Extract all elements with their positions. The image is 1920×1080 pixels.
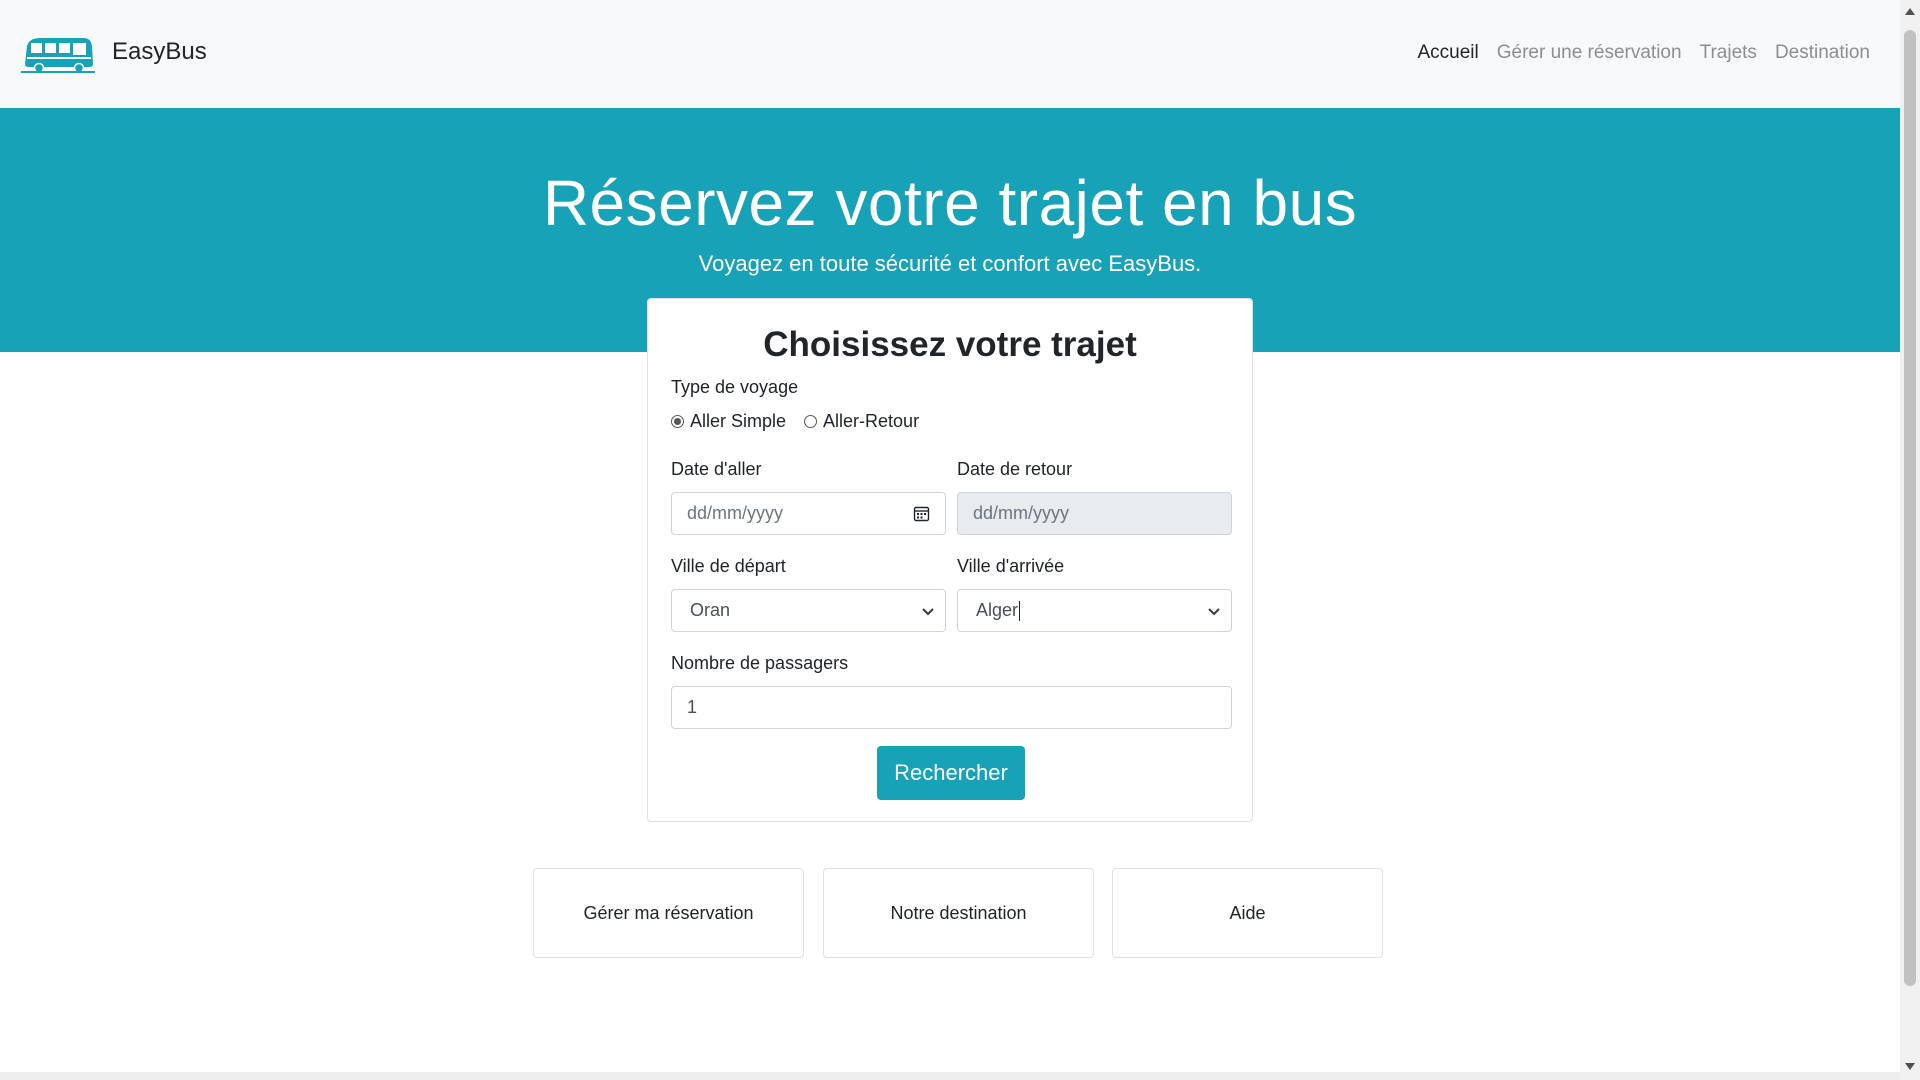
from-city-value: Oran [690,600,731,620]
return-date-label: Date de retour [957,459,1073,479]
depart-date-input[interactable]: dd/mm/yyyy [671,492,946,535]
radio-checked-icon[interactable] [671,415,684,428]
passengers-input[interactable]: 1 [671,686,1232,729]
search-button[interactable]: Rechercher [877,746,1025,800]
scrollbar[interactable] [1900,0,1920,1080]
scroll-up-icon[interactable] [1904,6,1916,16]
depart-date-placeholder: dd/mm/yyyy [687,503,784,523]
radio-aller-retour-label: Aller-Retour [823,411,920,431]
radio-aller-simple[interactable]: Aller Simple [671,411,786,432]
trip-type-group: Aller Simple Aller-Retour [671,411,919,432]
to-city-value: Alger [976,600,1019,620]
bottom-strip [0,1072,1900,1080]
tile-help[interactable]: Aide [1112,868,1383,958]
nav-link-destination[interactable]: Destination [1775,42,1870,64]
tile-destination[interactable]: Notre destination [823,868,1094,958]
return-date-input: dd/mm/yyyy [957,492,1232,535]
radio-aller-retour[interactable]: Aller-Retour [804,411,919,432]
to-city-label: Ville d'arrivée [957,556,1065,576]
scroll-down-icon[interactable] [1904,1062,1916,1072]
text-cursor [1019,600,1021,621]
from-city-select[interactable]: Oran [671,589,946,632]
hero-title: Réservez votre trajet en bus [542,167,1358,239]
nav-link-accueil[interactable]: Accueil [1417,42,1478,64]
calendar-icon[interactable] [913,505,930,522]
from-city-label: Ville de départ [671,556,786,576]
booking-card: Choisissez votre trajet Type de voyage A… [647,298,1253,822]
chevron-down-icon [1208,608,1220,616]
trip-type-label: Type de voyage [671,377,799,397]
booking-card-title: Choisissez votre trajet [763,325,1137,364]
nav-link-gerer-reservation[interactable]: Gérer une réservation [1497,42,1682,64]
depart-date-label: Date d'aller [671,459,762,479]
chevron-down-icon [922,608,934,616]
passengers-value: 1 [687,697,698,717]
passengers-label: Nombre de passagers [671,653,849,673]
nav-link-trajets[interactable]: Trajets [1700,42,1757,64]
tile-manage-reservation[interactable]: Gérer ma réservation [533,868,804,958]
radio-unchecked-icon[interactable] [804,415,818,428]
hero-subtitle: Voyagez en toute sécurité et confort ave… [698,251,1202,276]
nav-links: Accueil Gérer une réservation Trajets De… [1417,42,1870,64]
brand-name[interactable]: EasyBus [112,38,207,66]
scroll-thumb[interactable] [1904,30,1916,986]
return-date-placeholder: dd/mm/yyyy [973,503,1070,523]
radio-aller-simple-label: Aller Simple [690,411,787,431]
to-city-select[interactable]: Alger [957,589,1232,632]
navbar: EasyBus Accueil Gérer une réservation Tr… [0,0,1900,108]
bus-logo-icon[interactable] [21,34,95,74]
